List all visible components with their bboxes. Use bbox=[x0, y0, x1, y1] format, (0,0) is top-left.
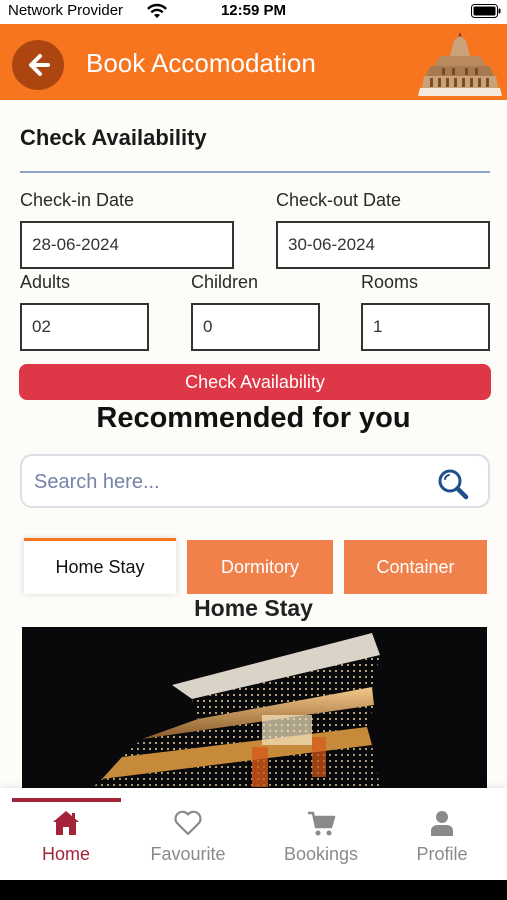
nav-home-label: Home bbox=[41, 844, 90, 864]
nav-bookings-label: Bookings bbox=[283, 844, 359, 864]
nav-bookings[interactable]: Bookings bbox=[266, 808, 376, 865]
page-title: Book Accomodation bbox=[86, 48, 316, 78]
temple-logo bbox=[418, 32, 502, 96]
children-value: 0 bbox=[203, 317, 213, 336]
tab-home-stay[interactable]: Home Stay bbox=[24, 538, 176, 594]
search-input[interactable]: Search here... bbox=[34, 471, 160, 494]
children-field[interactable]: 0 bbox=[191, 303, 320, 351]
back-button[interactable] bbox=[12, 40, 64, 90]
rooms-field[interactable]: 1 bbox=[361, 303, 490, 351]
arrow-left-icon bbox=[29, 54, 50, 76]
app-header: Book Accomodation bbox=[0, 24, 507, 100]
check-in-field[interactable]: 28-06-2024 bbox=[20, 221, 234, 269]
check-out-value: 30-06-2024 bbox=[288, 235, 375, 254]
check-out-label: Check-out Date bbox=[276, 190, 402, 210]
nav-favourite-label: Favourite bbox=[150, 844, 226, 864]
recommended-heading: Recommended for you bbox=[96, 402, 411, 434]
nav-profile[interactable]: Profile bbox=[387, 808, 497, 865]
adults-label: Adults bbox=[20, 272, 71, 292]
home-stay-photo[interactable] bbox=[22, 627, 487, 797]
rooms-label: Rooms bbox=[361, 272, 419, 292]
battery-icon bbox=[471, 4, 501, 18]
tab-container[interactable]: Container bbox=[344, 540, 487, 594]
category-title: Home Stay bbox=[194, 595, 313, 621]
status-time: 12:59 PM bbox=[220, 2, 287, 19]
search-icon[interactable] bbox=[436, 467, 470, 501]
section-divider bbox=[20, 171, 490, 173]
building-illustration bbox=[22, 627, 487, 797]
heart-icon bbox=[174, 810, 202, 836]
tab-dormitory[interactable]: Dormitory bbox=[187, 540, 333, 594]
nav-profile-label: Profile bbox=[416, 844, 468, 864]
active-tab-indicator bbox=[12, 798, 121, 802]
section-title: Check Availability bbox=[20, 125, 207, 150]
search-bar[interactable]: Search here... bbox=[20, 454, 490, 508]
nav-favourite[interactable]: Favourite bbox=[133, 808, 243, 865]
status-bar: Network Provider 12:59 PM bbox=[0, 0, 507, 24]
rooms-value: 1 bbox=[373, 317, 383, 336]
children-label: Children bbox=[191, 272, 259, 292]
app-screen: Network Provider 12:59 PM Book Accomodat… bbox=[0, 0, 507, 880]
adults-value: 02 bbox=[32, 317, 51, 336]
adults-field[interactable]: 02 bbox=[20, 303, 149, 351]
check-availability-button[interactable]: Check Availability bbox=[19, 364, 491, 400]
user-icon bbox=[431, 811, 453, 836]
home-icon bbox=[53, 811, 79, 835]
bottom-navigation: Home Favourite Bookings Profile bbox=[0, 788, 507, 880]
check-out-field[interactable]: 30-06-2024 bbox=[276, 221, 490, 269]
nav-home[interactable]: Home bbox=[11, 808, 121, 865]
cart-icon bbox=[308, 811, 336, 836]
check-in-value: 28-06-2024 bbox=[32, 235, 119, 254]
check-in-label: Check-in Date bbox=[20, 190, 135, 210]
